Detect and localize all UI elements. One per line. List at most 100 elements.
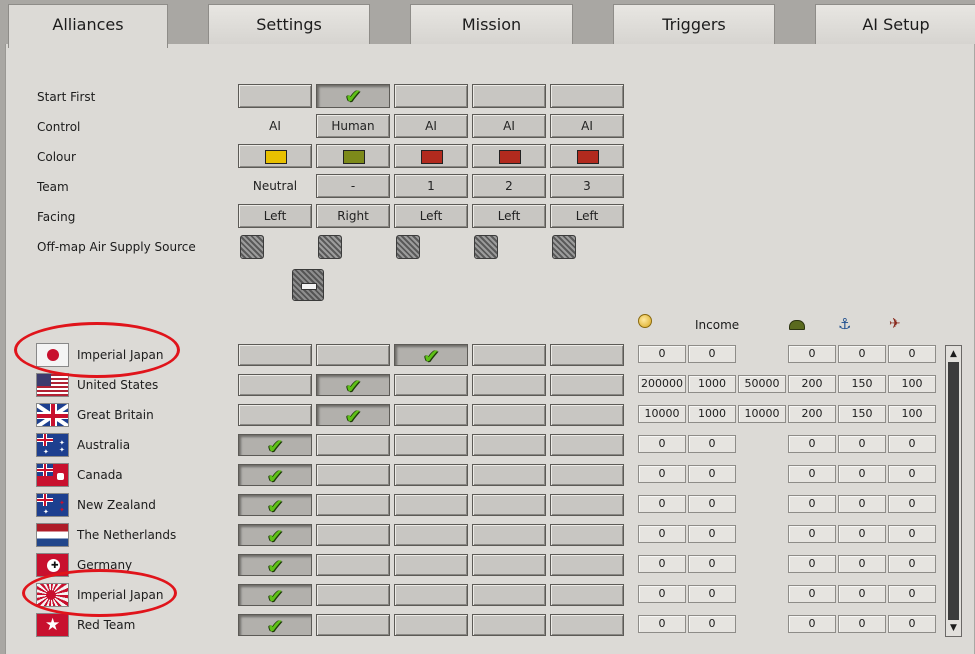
resource-field[interactable]: 100: [888, 375, 936, 393]
team-assign-cell[interactable]: [550, 344, 624, 366]
colour-button[interactable]: [316, 144, 390, 168]
team-assign-cell[interactable]: [550, 404, 624, 426]
resource-field[interactable]: 0: [888, 525, 936, 543]
colour-button[interactable]: [238, 144, 312, 168]
resource-field[interactable]: 0: [888, 345, 936, 363]
resource-field[interactable]: 0: [838, 495, 886, 513]
resource-field[interactable]: 0: [838, 615, 886, 633]
team-assign-cell[interactable]: [550, 584, 624, 606]
team-assign-cell[interactable]: [550, 374, 624, 396]
resource-field[interactable]: 0: [638, 495, 686, 513]
resource-field[interactable]: 0: [638, 465, 686, 483]
colour-button[interactable]: [472, 144, 546, 168]
resource-field[interactable]: 150: [838, 405, 886, 423]
tab-alliances[interactable]: Alliances: [8, 4, 168, 48]
nation-scrollbar[interactable]: ▲ ▼: [945, 345, 962, 637]
resource-field[interactable]: 0: [888, 555, 936, 573]
team-assign-cell[interactable]: [550, 614, 624, 636]
team-assign-cell[interactable]: [316, 524, 390, 546]
resource-field[interactable]: 150: [838, 375, 886, 393]
team-assign-cell[interactable]: [472, 524, 546, 546]
team-assign-cell[interactable]: ✔: [238, 524, 312, 547]
team-assign-cell[interactable]: [316, 464, 390, 486]
resource-field[interactable]: 0: [838, 435, 886, 453]
start-first-cell[interactable]: ✔: [316, 84, 390, 108]
resource-field[interactable]: 0: [888, 615, 936, 633]
team-assign-cell[interactable]: [472, 554, 546, 576]
resource-field[interactable]: 0: [888, 465, 936, 483]
scroll-up-icon[interactable]: ▲: [948, 348, 959, 360]
team-assign-cell[interactable]: [472, 614, 546, 636]
resource-field[interactable]: 0: [688, 345, 736, 363]
resource-field[interactable]: 200: [788, 405, 836, 423]
remove-team-button[interactable]: [292, 269, 324, 301]
resource-field[interactable]: 0: [638, 615, 686, 633]
resource-field[interactable]: 0: [688, 495, 736, 513]
resource-field[interactable]: 10000: [738, 405, 786, 423]
team-assign-cell[interactable]: [316, 344, 390, 366]
team-assign-cell[interactable]: ✔: [238, 434, 312, 457]
team-assign-cell[interactable]: [394, 374, 468, 396]
start-first-cell[interactable]: [238, 84, 312, 108]
team-assign-cell[interactable]: ✔: [316, 404, 390, 427]
team-assign-cell[interactable]: [394, 434, 468, 456]
air-supply-toggle[interactable]: [318, 235, 342, 259]
resource-field[interactable]: 0: [638, 525, 686, 543]
resource-field[interactable]: 0: [788, 555, 836, 573]
resource-field[interactable]: 0: [688, 525, 736, 543]
resource-field[interactable]: 0: [788, 585, 836, 603]
air-supply-toggle[interactable]: [552, 235, 576, 259]
resource-field[interactable]: 0: [688, 465, 736, 483]
tab-settings[interactable]: Settings: [208, 4, 370, 44]
resource-field[interactable]: 0: [888, 495, 936, 513]
team-assign-cell[interactable]: [316, 584, 390, 606]
scroll-down-icon[interactable]: ▼: [948, 622, 959, 634]
team-assign-cell[interactable]: ✔: [238, 464, 312, 487]
team-assign-cell[interactable]: ✔: [238, 554, 312, 577]
resource-field[interactable]: 0: [838, 345, 886, 363]
team-button[interactable]: -: [316, 174, 390, 198]
facing-button[interactable]: Left: [472, 204, 546, 228]
resource-field[interactable]: 0: [838, 555, 886, 573]
start-first-cell[interactable]: [550, 84, 624, 108]
team-assign-cell[interactable]: [550, 464, 624, 486]
air-supply-toggle[interactable]: [474, 235, 498, 259]
team-assign-cell[interactable]: [394, 524, 468, 546]
resource-field[interactable]: 0: [888, 585, 936, 603]
air-supply-toggle[interactable]: [396, 235, 420, 259]
facing-button[interactable]: Left: [394, 204, 468, 228]
team-assign-cell[interactable]: [550, 524, 624, 546]
team-assign-cell[interactable]: [472, 464, 546, 486]
team-assign-cell[interactable]: ✔: [316, 374, 390, 397]
resource-field[interactable]: 200000: [638, 375, 686, 393]
resource-field[interactable]: 0: [688, 615, 736, 633]
resource-field[interactable]: 0: [638, 435, 686, 453]
facing-button[interactable]: Right: [316, 204, 390, 228]
control-button[interactable]: AI: [472, 114, 546, 138]
team-assign-cell[interactable]: [550, 554, 624, 576]
resource-field[interactable]: 200: [788, 375, 836, 393]
start-first-cell[interactable]: [472, 84, 546, 108]
team-assign-cell[interactable]: [472, 434, 546, 456]
resource-field[interactable]: 10000: [638, 405, 686, 423]
start-first-cell[interactable]: [394, 84, 468, 108]
team-assign-cell[interactable]: [472, 344, 546, 366]
team-assign-cell[interactable]: ✔: [238, 614, 312, 637]
team-assign-cell[interactable]: [472, 374, 546, 396]
facing-button[interactable]: Left: [238, 204, 312, 228]
team-button[interactable]: Neutral: [238, 174, 312, 198]
team-button[interactable]: 2: [472, 174, 546, 198]
team-assign-cell[interactable]: [394, 404, 468, 426]
tab-mission[interactable]: Mission: [410, 4, 573, 44]
resource-field[interactable]: 1000: [688, 375, 736, 393]
tab-triggers[interactable]: Triggers: [613, 4, 775, 44]
team-button[interactable]: 1: [394, 174, 468, 198]
resource-field[interactable]: 0: [888, 435, 936, 453]
resource-field[interactable]: 0: [788, 435, 836, 453]
resource-field[interactable]: 0: [638, 585, 686, 603]
team-assign-cell[interactable]: [238, 344, 312, 366]
resource-field[interactable]: 0: [788, 345, 836, 363]
control-button[interactable]: AI: [550, 114, 624, 138]
team-assign-cell[interactable]: [550, 494, 624, 516]
facing-button[interactable]: Left: [550, 204, 624, 228]
